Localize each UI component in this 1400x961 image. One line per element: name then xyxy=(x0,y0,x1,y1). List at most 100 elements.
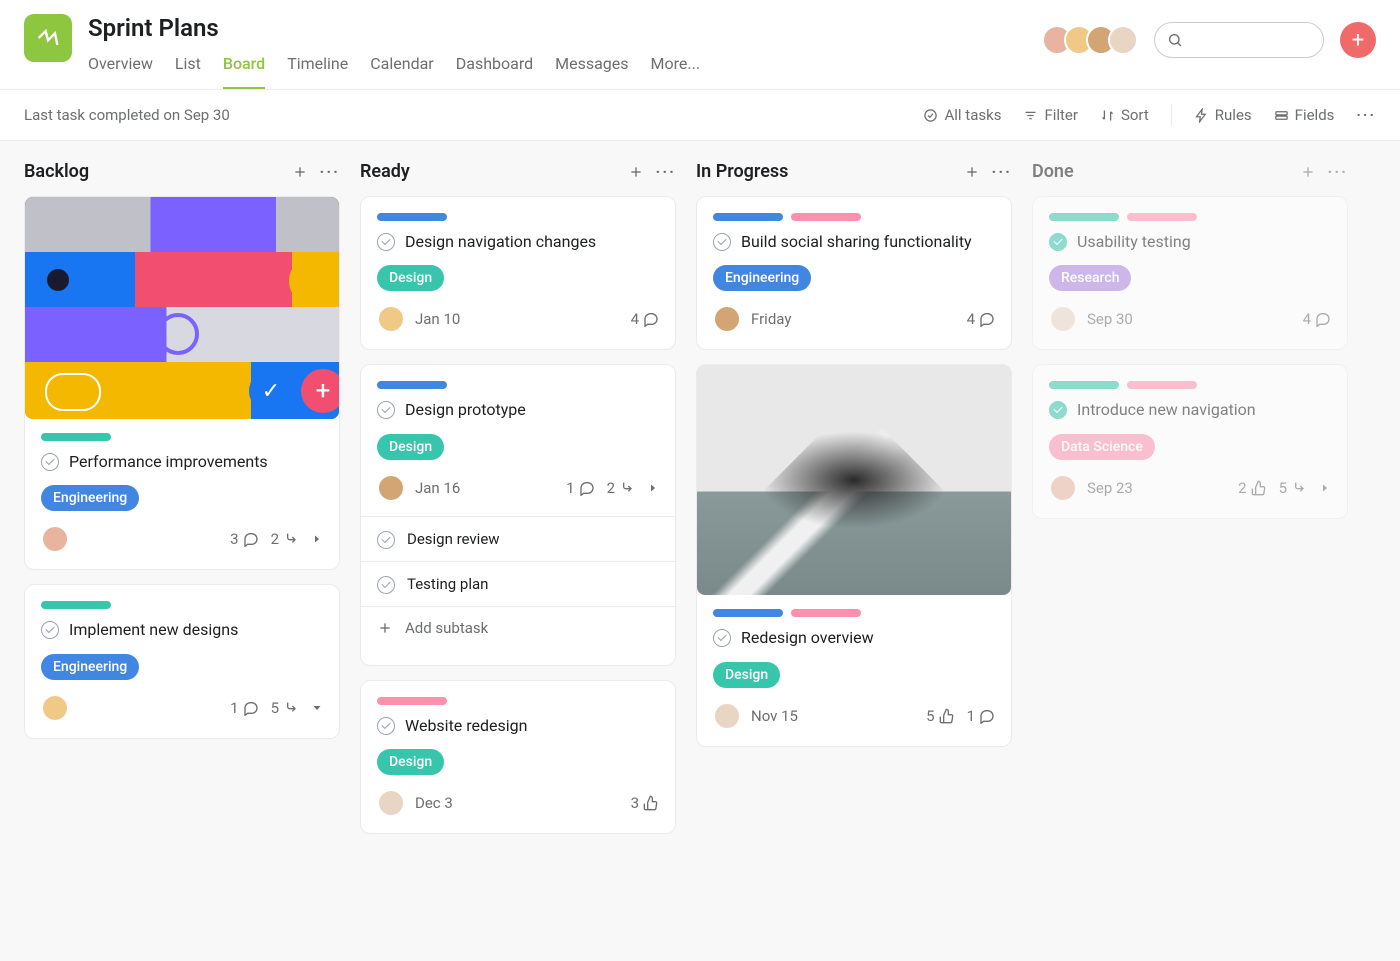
card-assignee[interactable]: Friday xyxy=(713,305,791,333)
chevron-right-icon[interactable] xyxy=(1319,482,1331,494)
card-assignee[interactable]: Jan 16 xyxy=(377,474,460,502)
complete-checkbox-icon[interactable] xyxy=(41,621,59,639)
search-input[interactable] xyxy=(1154,22,1324,58)
card[interactable]: ✓+ Performance improvementsEngineering3 … xyxy=(24,196,340,570)
tab-board[interactable]: Board xyxy=(223,46,265,89)
complete-checkbox-icon[interactable] xyxy=(377,717,395,735)
likes-stat[interactable]: 3 xyxy=(631,794,659,812)
chevron-right-icon[interactable] xyxy=(647,482,659,494)
likes-stat[interactable]: 2 xyxy=(1238,479,1266,497)
card-tag[interactable]: Design xyxy=(713,662,780,688)
filter-button[interactable]: Filter xyxy=(1023,106,1078,124)
more-icon[interactable]: ··· xyxy=(320,162,340,181)
comments-stat[interactable]: 1 xyxy=(967,707,995,725)
all-tasks-button[interactable]: All tasks xyxy=(923,106,1001,124)
tab-more[interactable]: More... xyxy=(651,46,701,89)
card-tag[interactable]: Design xyxy=(377,749,444,775)
avatar[interactable] xyxy=(377,305,405,333)
rules-label: Rules xyxy=(1215,106,1252,124)
avatar[interactable] xyxy=(713,702,741,730)
card[interactable]: Design navigation changesDesignJan 104 xyxy=(360,196,676,350)
tab-calendar[interactable]: Calendar xyxy=(370,46,433,89)
tab-timeline[interactable]: Timeline xyxy=(287,46,348,89)
avatar[interactable] xyxy=(41,694,69,722)
subtasks-stat[interactable]: 5 xyxy=(1279,479,1307,497)
comments-stat[interactable]: 4 xyxy=(1303,310,1331,328)
more-icon[interactable]: ··· xyxy=(1356,106,1376,124)
card-assignee[interactable]: Dec 3 xyxy=(377,789,453,817)
subtask-row[interactable]: Testing plan xyxy=(361,562,675,607)
likes-stat[interactable]: 5 xyxy=(926,707,954,725)
member-avatars[interactable] xyxy=(1042,25,1138,55)
chevron-down-icon[interactable] xyxy=(311,702,323,714)
complete-checkbox-icon[interactable] xyxy=(713,629,731,647)
avatar[interactable] xyxy=(1049,474,1077,502)
chevron-right-icon[interactable] xyxy=(311,533,323,545)
complete-checkbox-icon[interactable] xyxy=(377,233,395,251)
comments-stat[interactable]: 4 xyxy=(967,310,995,328)
tab-overview[interactable]: Overview xyxy=(88,46,153,89)
complete-checkbox-icon[interactable] xyxy=(41,453,59,471)
card[interactable]: Implement new designsEngineering1 5 xyxy=(24,584,340,738)
add-card-button[interactable] xyxy=(628,164,644,180)
more-icon[interactable]: ··· xyxy=(656,162,676,181)
fields-button[interactable]: Fields xyxy=(1274,106,1335,124)
card-tag[interactable]: Engineering xyxy=(713,265,811,291)
add-card-button[interactable] xyxy=(964,164,980,180)
comment-icon xyxy=(643,311,659,327)
card-tag[interactable]: Data Science xyxy=(1049,434,1155,460)
add-card-button[interactable] xyxy=(1300,164,1316,180)
comments-stat[interactable]: 1 xyxy=(566,479,594,497)
subtasks-stat[interactable]: 2 xyxy=(271,530,299,548)
card[interactable]: Redesign overviewDesignNov 155 1 xyxy=(696,364,1012,746)
subtasks-stat[interactable]: 5 xyxy=(271,699,299,717)
avatar[interactable] xyxy=(713,305,741,333)
card-assignee[interactable] xyxy=(41,525,69,553)
toolbar-separator xyxy=(1171,104,1172,126)
project-icon[interactable] xyxy=(24,14,72,62)
subtask-row[interactable]: Design review xyxy=(361,517,675,562)
avatar[interactable] xyxy=(1108,25,1138,55)
card-tag[interactable]: Research xyxy=(1049,265,1131,291)
card-tag[interactable]: Design xyxy=(377,434,444,460)
add-subtask-button[interactable]: Add subtask xyxy=(361,607,675,649)
card[interactable]: Introduce new navigationData ScienceSep … xyxy=(1032,364,1348,518)
rules-button[interactable]: Rules xyxy=(1194,106,1252,124)
card-assignee[interactable] xyxy=(41,694,69,722)
card[interactable]: Usability testingResearchSep 304 xyxy=(1032,196,1348,350)
complete-checkbox-icon[interactable] xyxy=(377,531,395,549)
add-card-button[interactable] xyxy=(292,164,308,180)
card-assignee[interactable]: Nov 15 xyxy=(713,702,798,730)
complete-checkbox-icon[interactable] xyxy=(377,576,395,594)
complete-checkbox-icon[interactable] xyxy=(713,233,731,251)
complete-checkbox-icon[interactable] xyxy=(377,401,395,419)
card-tag[interactable]: Engineering xyxy=(41,654,139,680)
avatar[interactable] xyxy=(41,525,69,553)
global-add-button[interactable]: + xyxy=(1340,22,1376,58)
card[interactable]: Design prototypeDesignJan 161 2 Design r… xyxy=(360,364,676,665)
card[interactable]: Build social sharing functionalityEngine… xyxy=(696,196,1012,350)
complete-checkbox-icon[interactable] xyxy=(1049,233,1067,251)
card-assignee[interactable]: Sep 30 xyxy=(1049,305,1133,333)
card[interactable]: Website redesignDesignDec 33 xyxy=(360,680,676,834)
tab-list[interactable]: List xyxy=(175,46,201,89)
pill xyxy=(41,433,111,441)
avatar[interactable] xyxy=(377,474,405,502)
card-footer: Sep 23 2 5 xyxy=(1049,474,1331,502)
comments-stat[interactable]: 1 xyxy=(230,699,258,717)
tab-dashboard[interactable]: Dashboard xyxy=(456,46,533,89)
comments-stat[interactable]: 4 xyxy=(631,310,659,328)
card-assignee[interactable]: Jan 10 xyxy=(377,305,460,333)
subtasks-stat[interactable]: 2 xyxy=(607,479,635,497)
avatar[interactable] xyxy=(1049,305,1077,333)
complete-checkbox-icon[interactable] xyxy=(1049,401,1067,419)
comments-stat[interactable]: 3 xyxy=(230,530,258,548)
card-tag[interactable]: Design xyxy=(377,265,444,291)
avatar[interactable] xyxy=(377,789,405,817)
more-icon[interactable]: ··· xyxy=(992,162,1012,181)
tab-messages[interactable]: Messages xyxy=(555,46,628,89)
sort-button[interactable]: Sort xyxy=(1100,106,1149,124)
more-icon[interactable]: ··· xyxy=(1328,162,1348,181)
card-tag[interactable]: Engineering xyxy=(41,485,139,511)
card-assignee[interactable]: Sep 23 xyxy=(1049,474,1133,502)
